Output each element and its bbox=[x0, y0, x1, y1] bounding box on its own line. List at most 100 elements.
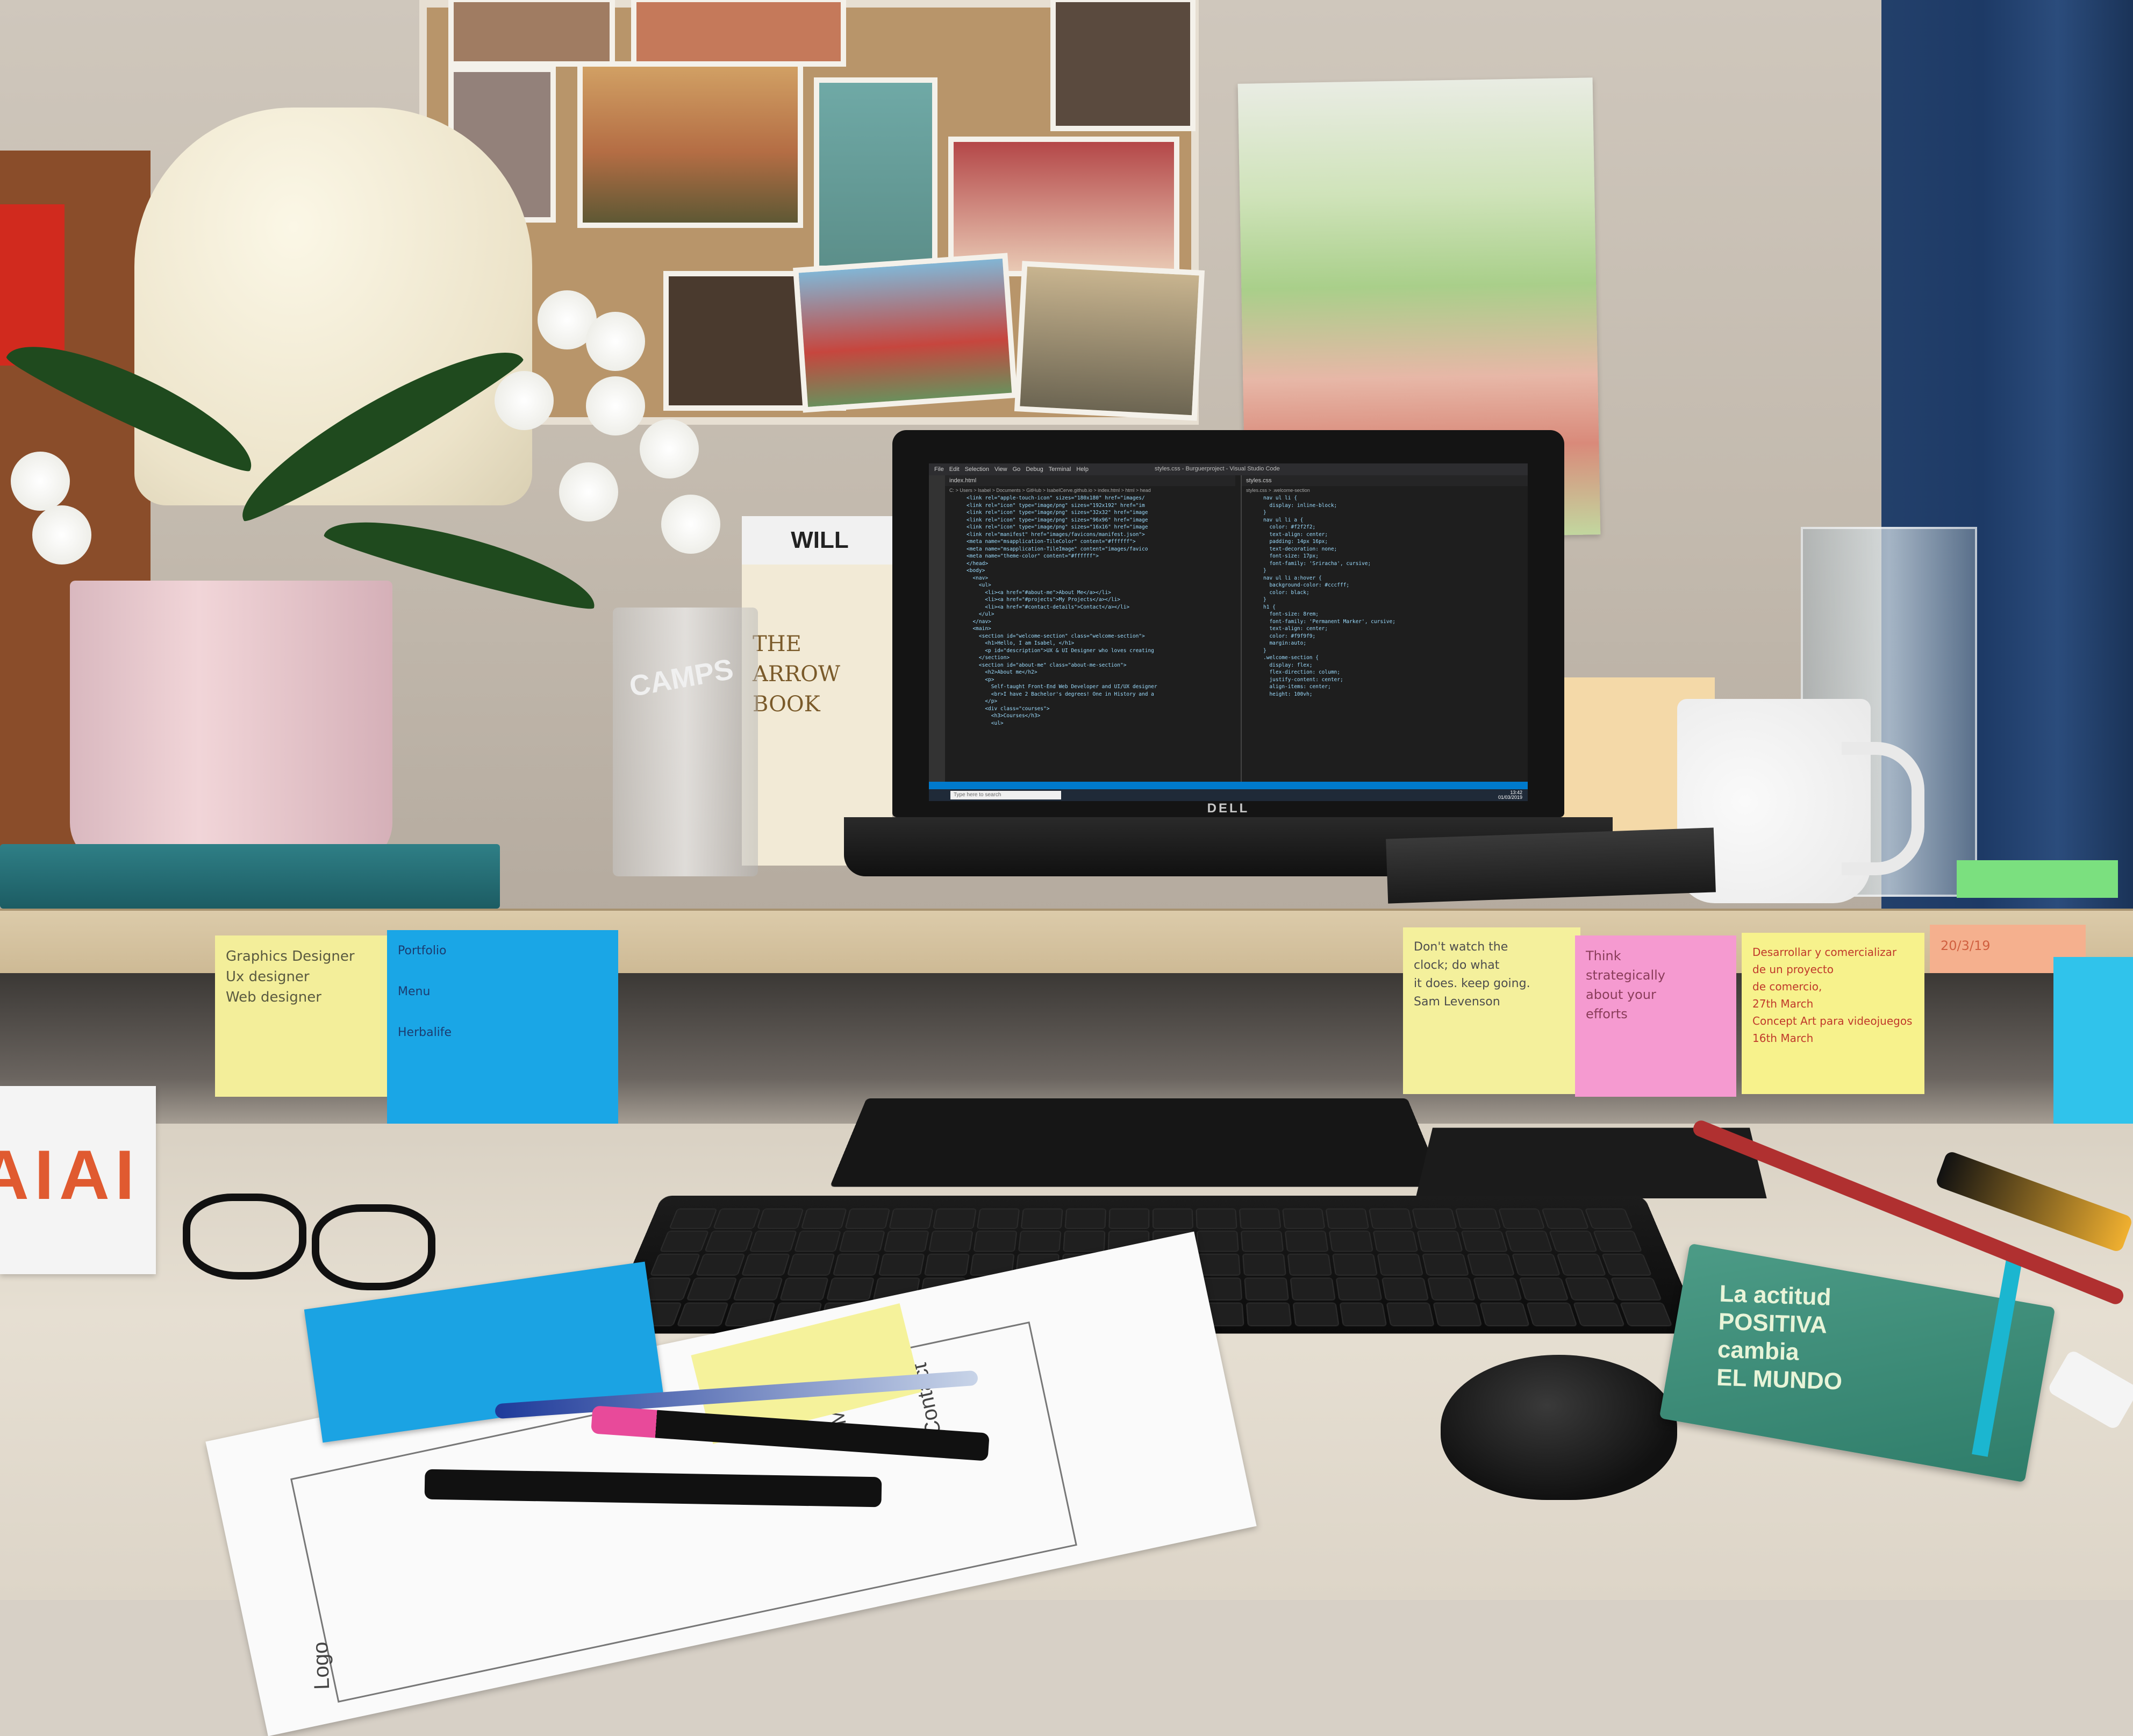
menu-edit[interactable]: Edit bbox=[949, 466, 960, 473]
keyboard-key[interactable] bbox=[649, 1253, 700, 1276]
keyboard-key[interactable] bbox=[676, 1302, 729, 1326]
keyboard-key[interactable] bbox=[1512, 1253, 1561, 1276]
keyboard-key[interactable] bbox=[1427, 1277, 1476, 1301]
keyboard-key[interactable] bbox=[659, 1231, 710, 1252]
keyboard-key[interactable] bbox=[1455, 1208, 1501, 1229]
keyboard-key[interactable] bbox=[1063, 1231, 1106, 1252]
keyboard-key[interactable] bbox=[839, 1231, 885, 1252]
keyboard-key[interactable] bbox=[1564, 1277, 1616, 1301]
keyboard-key[interactable] bbox=[1282, 1208, 1326, 1229]
keyboard-key[interactable] bbox=[928, 1231, 974, 1252]
menu-go[interactable]: Go bbox=[1013, 466, 1021, 473]
keyboard-key[interactable] bbox=[973, 1231, 1018, 1252]
keyboard-key[interactable] bbox=[1593, 1231, 1643, 1252]
tab-index-html[interactable]: index.html bbox=[945, 475, 1235, 486]
menu-debug[interactable]: Debug bbox=[1026, 466, 1043, 473]
orchid-bloom bbox=[586, 312, 645, 371]
menu-file[interactable]: File bbox=[934, 466, 944, 473]
keyboard-key[interactable] bbox=[733, 1277, 783, 1301]
keyboard-key[interactable] bbox=[1412, 1208, 1457, 1229]
keyboard-key[interactable] bbox=[1479, 1302, 1530, 1326]
keyboard-key[interactable] bbox=[1239, 1208, 1282, 1229]
keyboard-key[interactable] bbox=[1064, 1208, 1106, 1229]
keyboard-key[interactable] bbox=[779, 1277, 829, 1301]
keyboard-key[interactable] bbox=[1240, 1231, 1284, 1252]
keyboard-key[interactable] bbox=[1284, 1231, 1329, 1252]
keyboard-key[interactable] bbox=[1339, 1302, 1387, 1326]
keyboard-key[interactable] bbox=[686, 1277, 738, 1301]
keyboard-key[interactable] bbox=[924, 1253, 970, 1276]
keyboard-key[interactable] bbox=[1619, 1302, 1673, 1326]
keyboard-key[interactable] bbox=[1292, 1302, 1340, 1326]
keyboard-key[interactable] bbox=[695, 1253, 746, 1276]
keyboard-key[interactable] bbox=[1196, 1231, 1239, 1252]
keyboard-key[interactable] bbox=[1549, 1231, 1598, 1252]
keyboard-key[interactable] bbox=[1601, 1253, 1652, 1276]
computer-mouse[interactable] bbox=[1441, 1355, 1677, 1500]
keyboard-key[interactable] bbox=[749, 1231, 797, 1252]
menu-selection[interactable]: Selection bbox=[965, 466, 989, 473]
keyboard-key[interactable] bbox=[1332, 1253, 1378, 1276]
keyboard-key[interactable] bbox=[786, 1253, 835, 1276]
menu-view[interactable]: View bbox=[994, 466, 1007, 473]
keyboard-key[interactable] bbox=[1108, 1208, 1150, 1229]
eyeglasses[interactable] bbox=[172, 1183, 452, 1312]
keyboard-key[interactable] bbox=[741, 1253, 790, 1276]
keyboard-key[interactable] bbox=[883, 1231, 929, 1252]
keyboard-key[interactable] bbox=[1372, 1231, 1419, 1252]
editor-right[interactable]: styles.css styles.css > .welcome-section… bbox=[1241, 475, 1528, 782]
keyboard-key[interactable] bbox=[1287, 1253, 1333, 1276]
keyboard-key[interactable] bbox=[1541, 1208, 1590, 1229]
keyboard-key[interactable] bbox=[800, 1208, 847, 1229]
keyboard-key[interactable] bbox=[713, 1208, 761, 1229]
keyboard-key[interactable] bbox=[844, 1208, 891, 1229]
code-html[interactable]: <link rel="apple-touch-icon" sizes="180x… bbox=[945, 495, 1235, 727]
keyboard-key[interactable] bbox=[1153, 1208, 1193, 1229]
keyboard-key[interactable] bbox=[793, 1231, 841, 1252]
keyboard-key[interactable] bbox=[1473, 1277, 1522, 1301]
keyboard-key[interactable] bbox=[669, 1208, 718, 1229]
keyboard-key[interactable] bbox=[1377, 1253, 1424, 1276]
editor-left[interactable]: index.html C: > Users > Isabel > Documen… bbox=[945, 475, 1235, 782]
keyboard-key[interactable] bbox=[1416, 1231, 1463, 1252]
keyboard-key[interactable] bbox=[1610, 1277, 1663, 1301]
taskbar-search-input[interactable]: Type here to search bbox=[950, 791, 1061, 799]
tab-styles-css[interactable]: styles.css bbox=[1242, 475, 1528, 486]
keyboard-key[interactable] bbox=[1466, 1253, 1515, 1276]
keyboard-key[interactable] bbox=[1386, 1302, 1435, 1326]
keyboard-key[interactable] bbox=[1196, 1208, 1237, 1229]
keyboard-key[interactable] bbox=[1335, 1277, 1383, 1301]
keyboard-key[interactable] bbox=[1290, 1277, 1336, 1301]
keyboard-key[interactable] bbox=[976, 1208, 1020, 1229]
keyboard-key[interactable] bbox=[878, 1253, 925, 1276]
keyboard-key[interactable] bbox=[1526, 1302, 1578, 1326]
keyboard-key[interactable] bbox=[1498, 1208, 1545, 1229]
keyboard-key[interactable] bbox=[1197, 1253, 1241, 1276]
code-css[interactable]: nav ul li { display: inline-block;} nav u… bbox=[1242, 495, 1528, 698]
keyboard-key[interactable] bbox=[1381, 1277, 1429, 1301]
keyboard-key[interactable] bbox=[704, 1231, 753, 1252]
keyboard-key[interactable] bbox=[756, 1208, 804, 1229]
keyboard-key[interactable] bbox=[1433, 1302, 1483, 1326]
menu-help[interactable]: Help bbox=[1076, 466, 1089, 473]
keyboard-key[interactable] bbox=[1422, 1253, 1470, 1276]
keyboard-key[interactable] bbox=[1020, 1208, 1063, 1229]
keyboard-key[interactable] bbox=[1018, 1231, 1062, 1252]
keyboard-key[interactable] bbox=[1246, 1302, 1292, 1326]
keyboard-key[interactable] bbox=[889, 1208, 934, 1229]
keyboard-key[interactable] bbox=[1505, 1231, 1553, 1252]
keyboard-key[interactable] bbox=[1461, 1231, 1508, 1252]
keyboard-key[interactable] bbox=[933, 1208, 977, 1229]
keyboard-key[interactable] bbox=[1519, 1277, 1569, 1301]
keyboard-key[interactable] bbox=[1242, 1253, 1287, 1276]
keyboard-key[interactable] bbox=[1572, 1302, 1625, 1326]
keyboard-key[interactable] bbox=[1368, 1208, 1413, 1229]
keyboard-key[interactable] bbox=[1556, 1253, 1607, 1276]
menu-terminal[interactable]: Terminal bbox=[1049, 466, 1071, 473]
keyboard-key[interactable] bbox=[1325, 1208, 1370, 1229]
keyboard-key[interactable] bbox=[1584, 1208, 1633, 1229]
keyboard-key[interactable] bbox=[832, 1253, 880, 1276]
keyboard-key[interactable] bbox=[826, 1277, 875, 1301]
keyboard-key[interactable] bbox=[1244, 1277, 1290, 1301]
keyboard-key[interactable] bbox=[1328, 1231, 1373, 1252]
